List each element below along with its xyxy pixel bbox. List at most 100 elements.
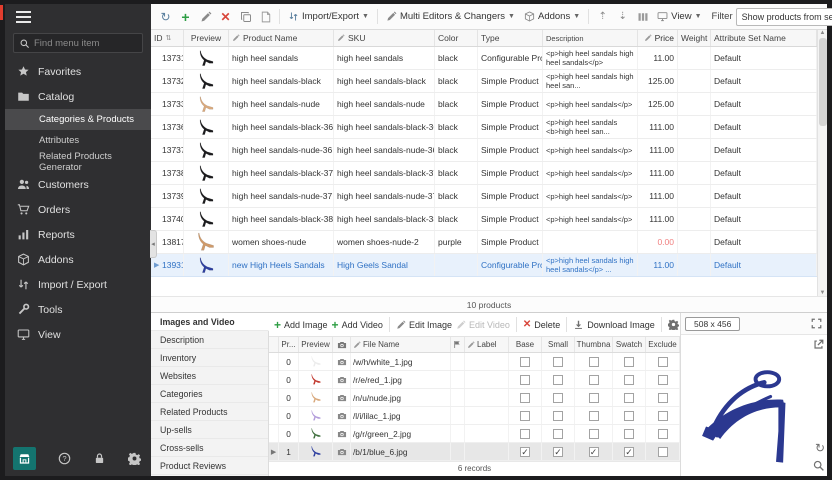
download-image-button[interactable]: Download Image — [573, 319, 655, 330]
small-checkbox[interactable] — [553, 429, 563, 439]
media-row[interactable]: 0 /n/u/nude.jpg — [269, 389, 680, 407]
small-checkbox[interactable] — [553, 393, 563, 403]
column-header-weight[interactable]: Weight — [678, 30, 711, 46]
table-row[interactable]: 13738 high heel sandals-black-37 high he… — [151, 162, 817, 185]
column-header-swatch[interactable]: Swatch — [613, 337, 646, 352]
table-row[interactable]: 13739 high heel sandals-nude-37 high hee… — [151, 185, 817, 208]
column-header-product-name[interactable]: Product Name — [229, 30, 334, 46]
sidebar-splitter-handle[interactable]: ◂ — [150, 230, 157, 258]
table-row[interactable]: 13733 high heel sandals-nude high heel s… — [151, 93, 817, 116]
table-row[interactable]: 13817 women shoes-nude women shoes-nude-… — [151, 231, 817, 254]
thumbnail-checkbox[interactable] — [589, 357, 599, 367]
duplicate-button[interactable] — [257, 8, 274, 25]
tab-images-and-video[interactable]: Images and Video — [151, 313, 269, 331]
column-header-file-name[interactable]: File Name — [351, 337, 451, 352]
column-header-camera[interactable] — [333, 337, 351, 352]
base-checkbox[interactable] — [520, 393, 530, 403]
table-row-selected[interactable]: ▶13931 new High Heels Sandals High Geels… — [151, 254, 817, 277]
swatch-checkbox[interactable] — [624, 375, 634, 385]
base-checkbox[interactable] — [520, 429, 530, 439]
column-header-base[interactable]: Base — [509, 337, 542, 352]
column-header-price[interactable]: Price — [638, 30, 678, 46]
tab-websites[interactable]: Websites — [151, 367, 268, 385]
tab-product-reviews[interactable]: Product Reviews — [151, 457, 268, 475]
sidebar-item-tools[interactable]: Tools — [5, 297, 151, 322]
swatch-checkbox[interactable] — [624, 393, 634, 403]
thumbnail-checkbox[interactable] — [589, 393, 599, 403]
column-header-attribute-set[interactable]: Attribute Set Name — [711, 30, 817, 46]
scrollbar-thumb[interactable] — [819, 38, 827, 126]
small-checkbox[interactable]: ✓ — [553, 447, 563, 457]
media-row[interactable]: 0 /r/e/red_1.jpg — [269, 371, 680, 389]
add-product-button[interactable]: + — [177, 8, 194, 25]
refresh-image-icon[interactable]: ↻ — [815, 442, 825, 454]
column-header-position[interactable]: Pr... — [279, 337, 299, 352]
vertical-scrollbar[interactable]: ▲ ▼ — [817, 30, 827, 296]
thumbnail-checkbox[interactable]: ✓ — [589, 447, 599, 457]
menu-toggle-button[interactable] — [5, 4, 151, 30]
exclude-checkbox[interactable] — [658, 375, 668, 385]
base-checkbox[interactable]: ✓ — [520, 447, 530, 457]
thumbnail-checkbox[interactable] — [589, 429, 599, 439]
sort-asc-button[interactable]: ⇡ — [594, 8, 611, 25]
open-external-icon[interactable] — [812, 338, 825, 351]
column-header-id[interactable]: ID⇅ — [151, 30, 184, 46]
columns-button[interactable] — [634, 8, 651, 25]
scroll-up-icon[interactable]: ▲ — [820, 30, 826, 36]
thumbnail-checkbox[interactable] — [589, 375, 599, 385]
delete-product-button[interactable]: ✕ — [217, 8, 234, 25]
edit-video-button[interactable]: Edit Video — [456, 320, 510, 330]
column-header-preview[interactable]: Preview — [184, 30, 229, 46]
filter-mode-select[interactable]: Show products from selected categories▼ — [736, 8, 832, 26]
thumbnail-checkbox[interactable] — [589, 411, 599, 421]
swatch-checkbox[interactable]: ✓ — [624, 447, 634, 457]
exclude-checkbox[interactable] — [658, 393, 668, 403]
refresh-button[interactable]: ↻ — [157, 8, 174, 25]
sidebar-item-customers[interactable]: Customers — [5, 172, 151, 197]
sidebar-item-attributes[interactable]: Attributes — [5, 130, 151, 151]
swatch-checkbox[interactable] — [624, 411, 634, 421]
sidebar-item-addons[interactable]: Addons — [5, 247, 151, 272]
lock-icon[interactable] — [93, 452, 106, 465]
sidebar-item-import-export[interactable]: Import / Export — [5, 272, 151, 297]
sidebar-item-favorites[interactable]: Favorites — [5, 59, 151, 84]
view-menu[interactable]: View▼ — [654, 9, 704, 24]
media-row-selected[interactable]: ▶ 1 /b/1/blue_6.jpg ✓ ✓ ✓ ✓ — [269, 443, 680, 461]
gear-icon[interactable] — [128, 452, 141, 465]
delete-image-button[interactable]: ✕Delete — [523, 320, 560, 330]
edit-product-button[interactable] — [197, 8, 214, 25]
column-header-flag[interactable] — [451, 337, 465, 352]
search-input[interactable] — [34, 38, 137, 49]
tab-inventory[interactable]: Inventory — [151, 349, 268, 367]
column-header-label[interactable]: Label — [465, 337, 509, 352]
column-header-exclude[interactable]: Exclude — [646, 337, 680, 352]
edit-image-button[interactable]: Edit Image — [396, 320, 452, 330]
column-header-preview[interactable]: Preview — [299, 337, 333, 352]
table-row[interactable]: 13740 high heel sandals-black-38 high he… — [151, 208, 817, 231]
small-checkbox[interactable] — [553, 357, 563, 367]
base-checkbox[interactable] — [520, 375, 530, 385]
media-row[interactable]: 0 /l/i/lilac_1.jpg — [269, 407, 680, 425]
table-row[interactable]: 13731 high heel sandals high heel sandal… — [151, 47, 817, 70]
exclude-checkbox[interactable] — [658, 429, 668, 439]
column-header-small[interactable]: Small — [542, 337, 575, 352]
column-header-color[interactable]: Color — [435, 30, 478, 46]
exclude-checkbox[interactable] — [658, 357, 668, 367]
exclude-checkbox[interactable] — [658, 411, 668, 421]
addons-menu[interactable]: Addons▼ — [521, 9, 583, 24]
multi-editors-menu[interactable]: Multi Editors & Changers▼ — [383, 9, 518, 24]
base-checkbox[interactable] — [520, 411, 530, 421]
help-icon[interactable] — [58, 452, 71, 465]
zoom-icon[interactable] — [812, 459, 825, 472]
table-row[interactable]: 13732 high heel sandals-black high heel … — [151, 70, 817, 93]
sidebar-item-related-products-generator[interactable]: Related Products Generator — [5, 151, 151, 172]
media-row[interactable]: 0 /g/r/green_2.jpg — [269, 425, 680, 443]
column-header-description[interactable]: Description — [543, 30, 638, 46]
sidebar-item-categories-products[interactable]: Categories & Products — [5, 109, 151, 130]
sidebar-item-view[interactable]: View — [5, 322, 151, 347]
import-export-menu[interactable]: Import/Export▼ — [285, 9, 372, 24]
column-header-type[interactable]: Type — [478, 30, 543, 46]
small-checkbox[interactable] — [553, 375, 563, 385]
column-header-sku[interactable]: SKU — [334, 30, 435, 46]
swatch-checkbox[interactable] — [624, 357, 634, 367]
